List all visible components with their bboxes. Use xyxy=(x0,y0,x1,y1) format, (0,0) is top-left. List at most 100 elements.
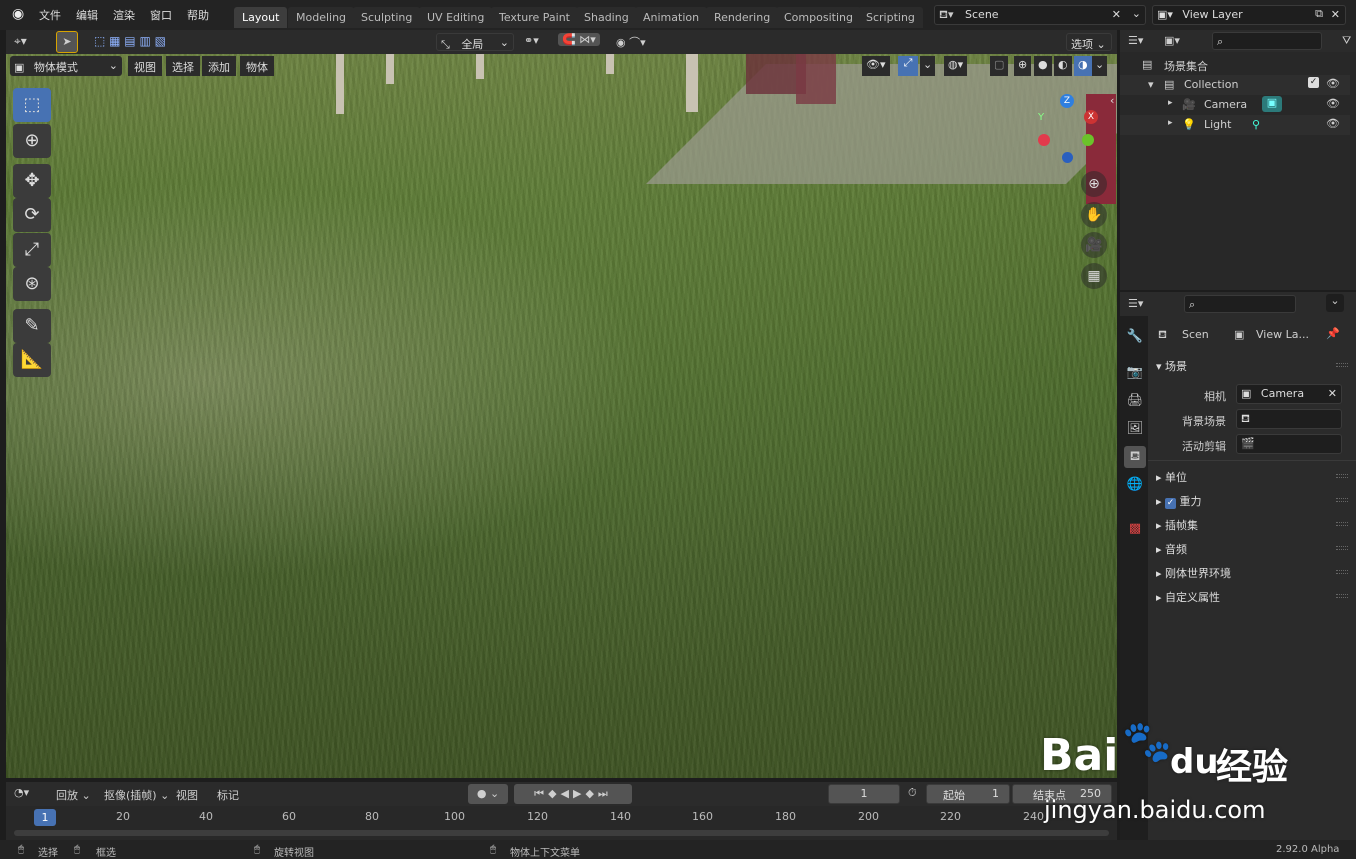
texture-tab-icon[interactable]: ▩ xyxy=(1124,518,1146,540)
perspective-grid-icon[interactable]: ▦ xyxy=(1081,263,1107,289)
transform-orientation[interactable]: ⤡ 全局 ⌄ xyxy=(436,33,514,51)
gizmo-toggle-icon[interactable]: ⤢ xyxy=(898,56,918,76)
chevron-down-icon[interactable]: ⌄ xyxy=(1092,56,1108,76)
pin-icon[interactable]: 📌 xyxy=(1326,327,1340,340)
camera-field[interactable]: ▣ Camera ✕ xyxy=(1236,384,1342,404)
gizmo-neg-x[interactable] xyxy=(1038,134,1050,146)
output-tab-icon[interactable]: 🖨 xyxy=(1124,390,1146,412)
select-tool-icon[interactable]: ➤ xyxy=(56,31,78,53)
expand-arrow-icon[interactable]: ▸ xyxy=(1168,118,1173,128)
select-box-tool[interactable]: ⬚ xyxy=(13,88,51,122)
display-mode-icon[interactable]: ▣▾ xyxy=(1164,34,1180,47)
wireframe-shading-icon[interactable]: ⊕ xyxy=(1014,56,1032,76)
measure-tool[interactable]: 📐 xyxy=(13,343,51,377)
drag-grip-icon[interactable] xyxy=(1336,522,1348,526)
tab-rendering[interactable]: Rendering xyxy=(706,7,779,28)
menu-view[interactable]: 视图 xyxy=(128,56,162,76)
tab-scripting[interactable]: Scripting xyxy=(858,7,923,28)
light-data-icon[interactable]: ⚲ xyxy=(1252,118,1260,131)
editor-type-icon[interactable]: ⌖▾ xyxy=(14,34,27,49)
menu-render[interactable]: 渲染 xyxy=(113,7,135,23)
options-dropdown[interactable]: 选项 ⌄ xyxy=(1066,33,1112,51)
gizmo-y-axis[interactable]: Y xyxy=(1038,112,1044,123)
solid-shading-icon[interactable]: ● xyxy=(1034,56,1052,76)
rendered-shading-icon[interactable]: ◑ xyxy=(1074,56,1092,76)
active-clip-field[interactable]: 🎬 xyxy=(1236,434,1342,454)
gizmo-neg-z[interactable] xyxy=(1062,152,1073,163)
tab-compositing[interactable]: Compositing xyxy=(776,7,861,28)
menu-window[interactable]: 窗口 xyxy=(150,7,172,23)
tool-tab-icon[interactable]: 🔧 xyxy=(1124,326,1146,348)
drag-grip-icon[interactable] xyxy=(1336,570,1348,574)
timeline-marker-menu[interactable]: 标记 xyxy=(217,787,239,803)
properties-editor-icon[interactable]: ☰▾ xyxy=(1128,297,1143,310)
gizmo-neg-y[interactable] xyxy=(1082,134,1094,146)
outliner-row-camera[interactable]: ▸ 🎥 Camera ▣ 👁 xyxy=(1120,95,1350,115)
rigid-body-panel-header[interactable]: ▸ 刚体世界环境 xyxy=(1156,565,1231,581)
visibility-icon[interactable]: 👁▾ xyxy=(862,56,890,76)
annotate-tool[interactable]: ✎ xyxy=(13,309,51,343)
menu-edit[interactable]: 编辑 xyxy=(76,7,98,23)
custom-props-panel-header[interactable]: ▸ 自定义属性 xyxy=(1156,589,1220,605)
chevron-down-icon[interactable]: ⌄ xyxy=(920,56,936,76)
playback-menu[interactable]: 回放 ⌄ xyxy=(50,784,97,804)
3d-viewport[interactable]: ▣ 物体模式 ⌄ 视图 选择 添加 物体 👁▾ ⤢ ⌄ ◍▾ ▢ ⊕ ● ◐ ◑… xyxy=(6,54,1117,778)
gizmo-z-axis[interactable]: Z xyxy=(1060,94,1074,108)
blender-logo-icon[interactable]: ◉ xyxy=(12,6,24,22)
timeline-scrollbar[interactable] xyxy=(14,830,1109,836)
cursor-tool[interactable]: ⊕ xyxy=(13,124,51,158)
chevron-down-icon[interactable]: ⌄ xyxy=(1132,7,1141,20)
view-layer-selector[interactable]: ▣▾ View Layer ⧉ ✕ xyxy=(1152,5,1346,25)
navigation-gizmo[interactable]: Z Y X xyxy=(1026,92,1106,168)
timeline-area[interactable]: 1 20 40 60 80 100 120 140 160 180 200 22… xyxy=(6,806,1117,840)
gravity-panel-header[interactable]: ▸ ✓ 重力 xyxy=(1156,493,1202,509)
scene-tab-icon[interactable]: ⛾ xyxy=(1124,446,1146,468)
close-icon[interactable]: ✕ xyxy=(1331,8,1340,21)
eye-icon[interactable]: 👁 xyxy=(1326,117,1340,130)
proportional-edit-icon[interactable]: ◉ ⌒▾ xyxy=(616,34,646,50)
scale-tool[interactable]: ⤢ xyxy=(13,233,51,267)
current-frame-field[interactable]: 1 xyxy=(828,784,900,804)
sidebar-toggle-icon[interactable]: ‹ xyxy=(1110,94,1114,107)
drag-grip-icon[interactable] xyxy=(1336,474,1348,478)
outliner-editor-icon[interactable]: ☰▾ xyxy=(1128,34,1143,47)
camera-data-icon[interactable]: ▣ xyxy=(1262,96,1282,112)
snap-icon[interactable]: 🧲 ⋈▾ xyxy=(558,33,600,46)
eye-icon[interactable]: 👁 xyxy=(1326,97,1340,110)
tab-texture-paint[interactable]: Texture Paint xyxy=(491,7,578,28)
menu-file[interactable]: 文件 xyxy=(39,7,61,23)
material-shading-icon[interactable]: ◐ xyxy=(1054,56,1072,76)
xray-icon[interactable]: ▢ xyxy=(990,56,1009,76)
include-checkbox[interactable]: ✓ xyxy=(1308,77,1319,88)
menu-select[interactable]: 选择 xyxy=(166,56,200,76)
start-frame-field[interactable]: 起始 1 xyxy=(926,784,1010,804)
zoom-icon[interactable]: ⊕ xyxy=(1081,171,1107,197)
properties-search-input[interactable]: ⌕ xyxy=(1184,295,1296,313)
background-scene-field[interactable]: ⛾ xyxy=(1236,409,1342,429)
transform-tool[interactable]: ⊛ xyxy=(13,267,51,301)
playback-controls[interactable]: ⏮◆◀▶◆⏭ xyxy=(514,784,632,804)
outliner-search-input[interactable]: ⌕ xyxy=(1212,32,1322,50)
overlay-icon[interactable]: ◍▾ xyxy=(944,56,968,76)
timeline-view-menu[interactable]: 视图 xyxy=(176,787,198,803)
menu-help[interactable]: 帮助 xyxy=(187,7,209,23)
drag-grip-icon[interactable] xyxy=(1336,363,1348,367)
tab-layout[interactable]: Layout xyxy=(234,7,288,28)
record-button[interactable]: ● ⌄ xyxy=(468,784,508,804)
gizmo-x-axis[interactable]: X xyxy=(1084,110,1098,124)
drag-grip-icon[interactable] xyxy=(1336,594,1348,598)
chevron-down-icon[interactable]: ⌄ xyxy=(1326,294,1344,312)
tab-shading[interactable]: Shading xyxy=(576,7,637,28)
expand-arrow-icon[interactable]: ▸ xyxy=(1168,98,1173,108)
copy-icon[interactable]: ⧉ xyxy=(1315,7,1323,21)
keying-menu[interactable]: 抠像(插帧) ⌄ xyxy=(98,784,176,804)
close-icon[interactable]: ✕ xyxy=(1112,8,1121,21)
outliner-row-collection[interactable]: ▾ ▤ Collection ✓ 👁 xyxy=(1120,75,1350,95)
drag-grip-icon[interactable] xyxy=(1336,498,1348,502)
pivot-icon[interactable]: ⚭▾ xyxy=(524,34,539,47)
units-panel-header[interactable]: ▸ 单位 xyxy=(1156,469,1187,485)
tab-animation[interactable]: Animation xyxy=(635,7,708,28)
tab-modeling[interactable]: Modeling xyxy=(288,7,355,28)
render-tab-icon[interactable]: 📷 xyxy=(1124,362,1146,384)
world-tab-icon[interactable]: 🌐 xyxy=(1124,474,1146,496)
